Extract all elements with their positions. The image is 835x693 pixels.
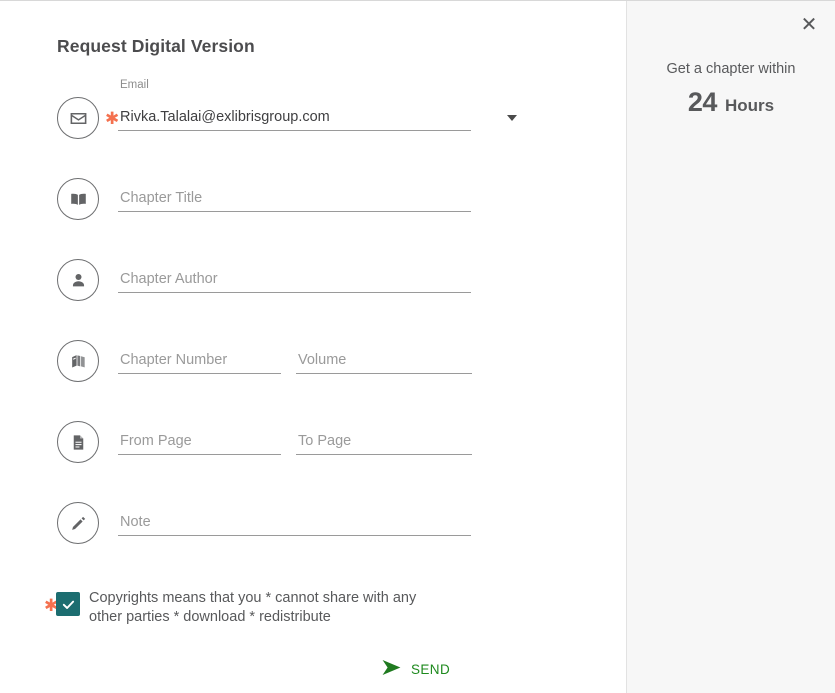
pencil-icon bbox=[57, 502, 99, 544]
open-book-icon bbox=[57, 178, 99, 220]
chapter-author-placeholder: Chapter Author bbox=[120, 271, 218, 287]
chapter-number-placeholder: Chapter Number bbox=[120, 352, 228, 368]
send-button[interactable]: SEND bbox=[381, 654, 450, 684]
promo-unit: Hours bbox=[724, 96, 775, 115]
copyright-consent: ✱ Copyrights means that you * cannot sha… bbox=[44, 587, 464, 633]
to-page-input[interactable]: To Page bbox=[296, 421, 472, 455]
form-panel: Request Digital Version ✱ Email Rivka.Ta… bbox=[0, 1, 626, 693]
email-field[interactable]: Email Rivka.Talalai@exlibrisgroup.com bbox=[118, 79, 517, 131]
to-page-placeholder: To Page bbox=[298, 433, 352, 449]
page-title: Request Digital Version bbox=[57, 36, 255, 56]
field-row-chapter-number: Chapter Number Volume bbox=[57, 340, 517, 396]
side-panel: ✕ Get a chapter within 24 Hours bbox=[626, 1, 835, 693]
chapter-author-input[interactable]: Chapter Author bbox=[118, 259, 471, 293]
field-row-chapter-title: Chapter Title bbox=[57, 178, 517, 234]
document-icon bbox=[57, 421, 99, 463]
field-row-chapter-author: Chapter Author bbox=[57, 259, 517, 315]
promo-duration: 24 Hours bbox=[627, 87, 835, 118]
chevron-down-icon[interactable] bbox=[507, 115, 517, 121]
person-icon bbox=[57, 259, 99, 301]
chapter-title-input[interactable]: Chapter Title bbox=[118, 178, 471, 212]
note-input[interactable]: Note bbox=[118, 502, 471, 536]
promo-text: Get a chapter within bbox=[666, 61, 796, 77]
promo-block: Get a chapter within 24 Hours bbox=[627, 61, 835, 118]
copyright-checkbox[interactable] bbox=[56, 592, 80, 616]
from-page-input[interactable]: From Page bbox=[118, 421, 281, 455]
send-arrow-icon bbox=[381, 659, 402, 679]
send-button-label: SEND bbox=[411, 661, 451, 677]
volume-input[interactable]: Volume bbox=[296, 340, 472, 374]
from-page-placeholder: From Page bbox=[120, 433, 192, 449]
envelope-icon bbox=[57, 97, 99, 139]
volume-placeholder: Volume bbox=[298, 352, 347, 368]
note-placeholder: Note bbox=[120, 514, 151, 530]
copyright-consent-text: Copyrights means that you * cannot share… bbox=[89, 590, 417, 625]
request-digital-version-dialog: Request Digital Version ✱ Email Rivka.Ta… bbox=[0, 0, 835, 693]
chapter-title-placeholder: Chapter Title bbox=[120, 190, 203, 206]
chapter-number-input[interactable]: Chapter Number bbox=[118, 340, 281, 374]
email-field-value: Rivka.Talalai@exlibrisgroup.com bbox=[120, 109, 330, 125]
field-row-note: Note bbox=[57, 502, 517, 558]
email-field-label: Email bbox=[120, 79, 149, 91]
field-row-pages: From Page To Page bbox=[57, 421, 517, 477]
field-row-email: ✱ Email Rivka.Talalai@exlibrisgroup.com bbox=[57, 79, 517, 153]
close-icon[interactable]: ✕ bbox=[796, 12, 822, 38]
promo-number: 24 bbox=[687, 87, 718, 117]
books-stack-icon bbox=[57, 340, 99, 382]
